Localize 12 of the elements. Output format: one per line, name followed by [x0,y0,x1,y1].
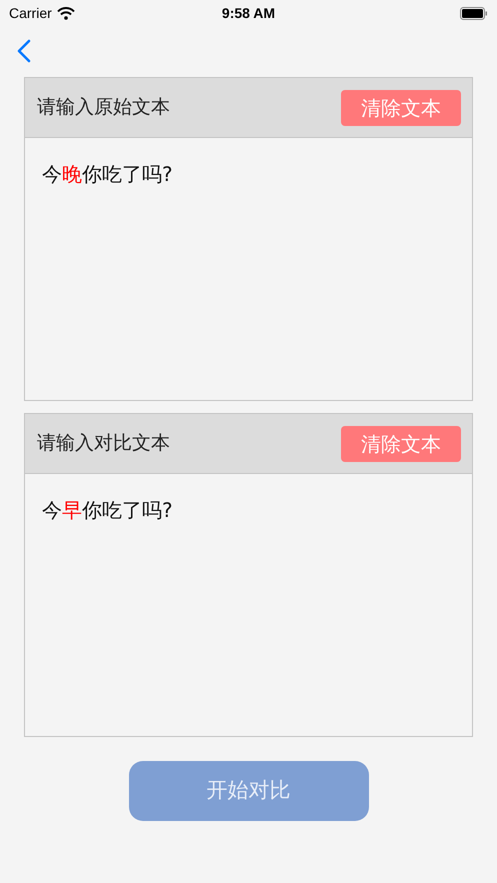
text-area[interactable]: 今早你吃了吗? [25,474,472,736]
wifi-icon [56,6,75,20]
text-area[interactable]: 今晚你吃了吗? [25,138,472,400]
battery-icon [460,6,488,20]
clear-text-button[interactable]: 清除文本 [341,426,461,462]
back-chevron-icon [17,39,31,63]
clear-text-button[interactable]: 清除文本 [341,90,461,126]
panel-title: 请输入对比文本 [37,431,170,456]
panel-title: 请输入原始文本 [37,95,170,120]
clock-time: 9:58 AM [222,4,276,22]
back-button[interactable] [15,37,33,65]
carrier-label: Carrier [9,4,52,22]
